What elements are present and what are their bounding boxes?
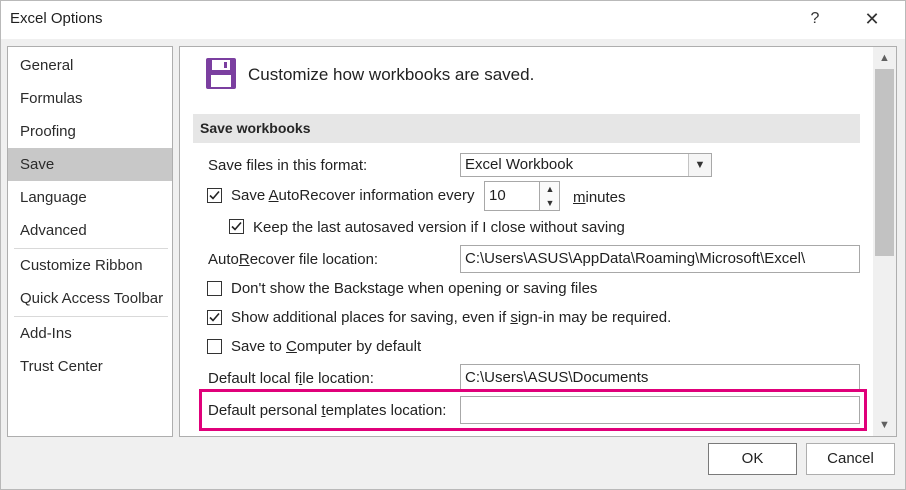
help-button[interactable]: ?: [796, 3, 834, 35]
options-sidebar: General Formulas Proofing Save Language …: [7, 46, 173, 437]
show-additional-places-label: Show additional places for saving, even …: [231, 309, 672, 326]
sidebar-item-save[interactable]: Save: [8, 148, 172, 181]
sidebar-item-proofing[interactable]: Proofing: [8, 115, 172, 148]
close-button[interactable]: ✕: [852, 3, 892, 35]
spin-down-icon[interactable]: ▼: [539, 196, 559, 210]
scroll-down-arrow-icon[interactable]: ▼: [873, 416, 896, 434]
scrollbar-thumb[interactable]: [875, 69, 894, 256]
sidebar-item-quick-access-toolbar[interactable]: Quick Access Toolbar: [8, 282, 172, 315]
floppy-disk-save-icon: [205, 57, 237, 90]
sidebar-item-advanced[interactable]: Advanced: [8, 214, 172, 247]
minutes-input[interactable]: 10: [485, 182, 543, 210]
section-title: Save workbooks: [200, 120, 311, 136]
autorecover-label: Save AutoRecover information every: [231, 187, 475, 204]
show-additional-places-checkbox[interactable]: [207, 310, 222, 325]
highlight-box: [199, 389, 867, 431]
sidebar-item-general[interactable]: General: [8, 49, 172, 82]
save-format-value: Excel Workbook: [465, 156, 574, 173]
dont-show-backstage-checkbox[interactable]: [207, 281, 222, 296]
scroll-up-arrow-icon[interactable]: ▲: [873, 49, 896, 67]
save-to-computer-checkbox[interactable]: [207, 339, 222, 354]
sidebar-item-add-ins[interactable]: Add-Ins: [8, 317, 172, 350]
panel-header: Customize how workbooks are saved.: [248, 65, 535, 84]
sidebar-item-customize-ribbon[interactable]: Customize Ribbon: [8, 249, 172, 282]
spin-up-icon[interactable]: ▲: [539, 182, 559, 197]
keep-last-autosaved-checkbox[interactable]: [229, 219, 244, 234]
save-format-select[interactable]: Excel Workbook ▼: [460, 153, 712, 177]
cancel-button[interactable]: Cancel: [806, 443, 895, 475]
sidebar-item-trust-center[interactable]: Trust Center: [8, 350, 172, 383]
title-bar: [1, 1, 905, 39]
autorecover-location-input[interactable]: C:\Users\ASUS\AppData\Roaming\Microsoft\…: [460, 245, 860, 273]
save-to-computer-label: Save to Computer by default: [231, 338, 422, 355]
dont-show-backstage-label: Don't show the Backstage when opening or…: [231, 280, 598, 297]
sidebar-item-formulas[interactable]: Formulas: [8, 82, 172, 115]
autorecover-minutes-stepper[interactable]: 10 ▲ ▼: [484, 181, 560, 211]
autorecover-location-label: AutoRecover file location:: [208, 251, 379, 268]
keep-last-autosaved-label: Keep the last autosaved version if I clo…: [253, 219, 625, 236]
chevron-down-icon[interactable]: ▼: [688, 154, 711, 176]
default-local-location-label: Default local file location:: [208, 370, 374, 387]
sidebar-item-language[interactable]: Language: [8, 181, 172, 214]
dialog-title: Excel Options: [10, 10, 103, 27]
minutes-label: minutes: [573, 189, 626, 206]
default-local-location-input[interactable]: C:\Users\ASUS\Documents: [460, 364, 860, 392]
save-format-label: Save files in this format:: [208, 157, 368, 174]
ok-button[interactable]: OK: [708, 443, 797, 475]
autorecover-checkbox[interactable]: [207, 188, 222, 203]
